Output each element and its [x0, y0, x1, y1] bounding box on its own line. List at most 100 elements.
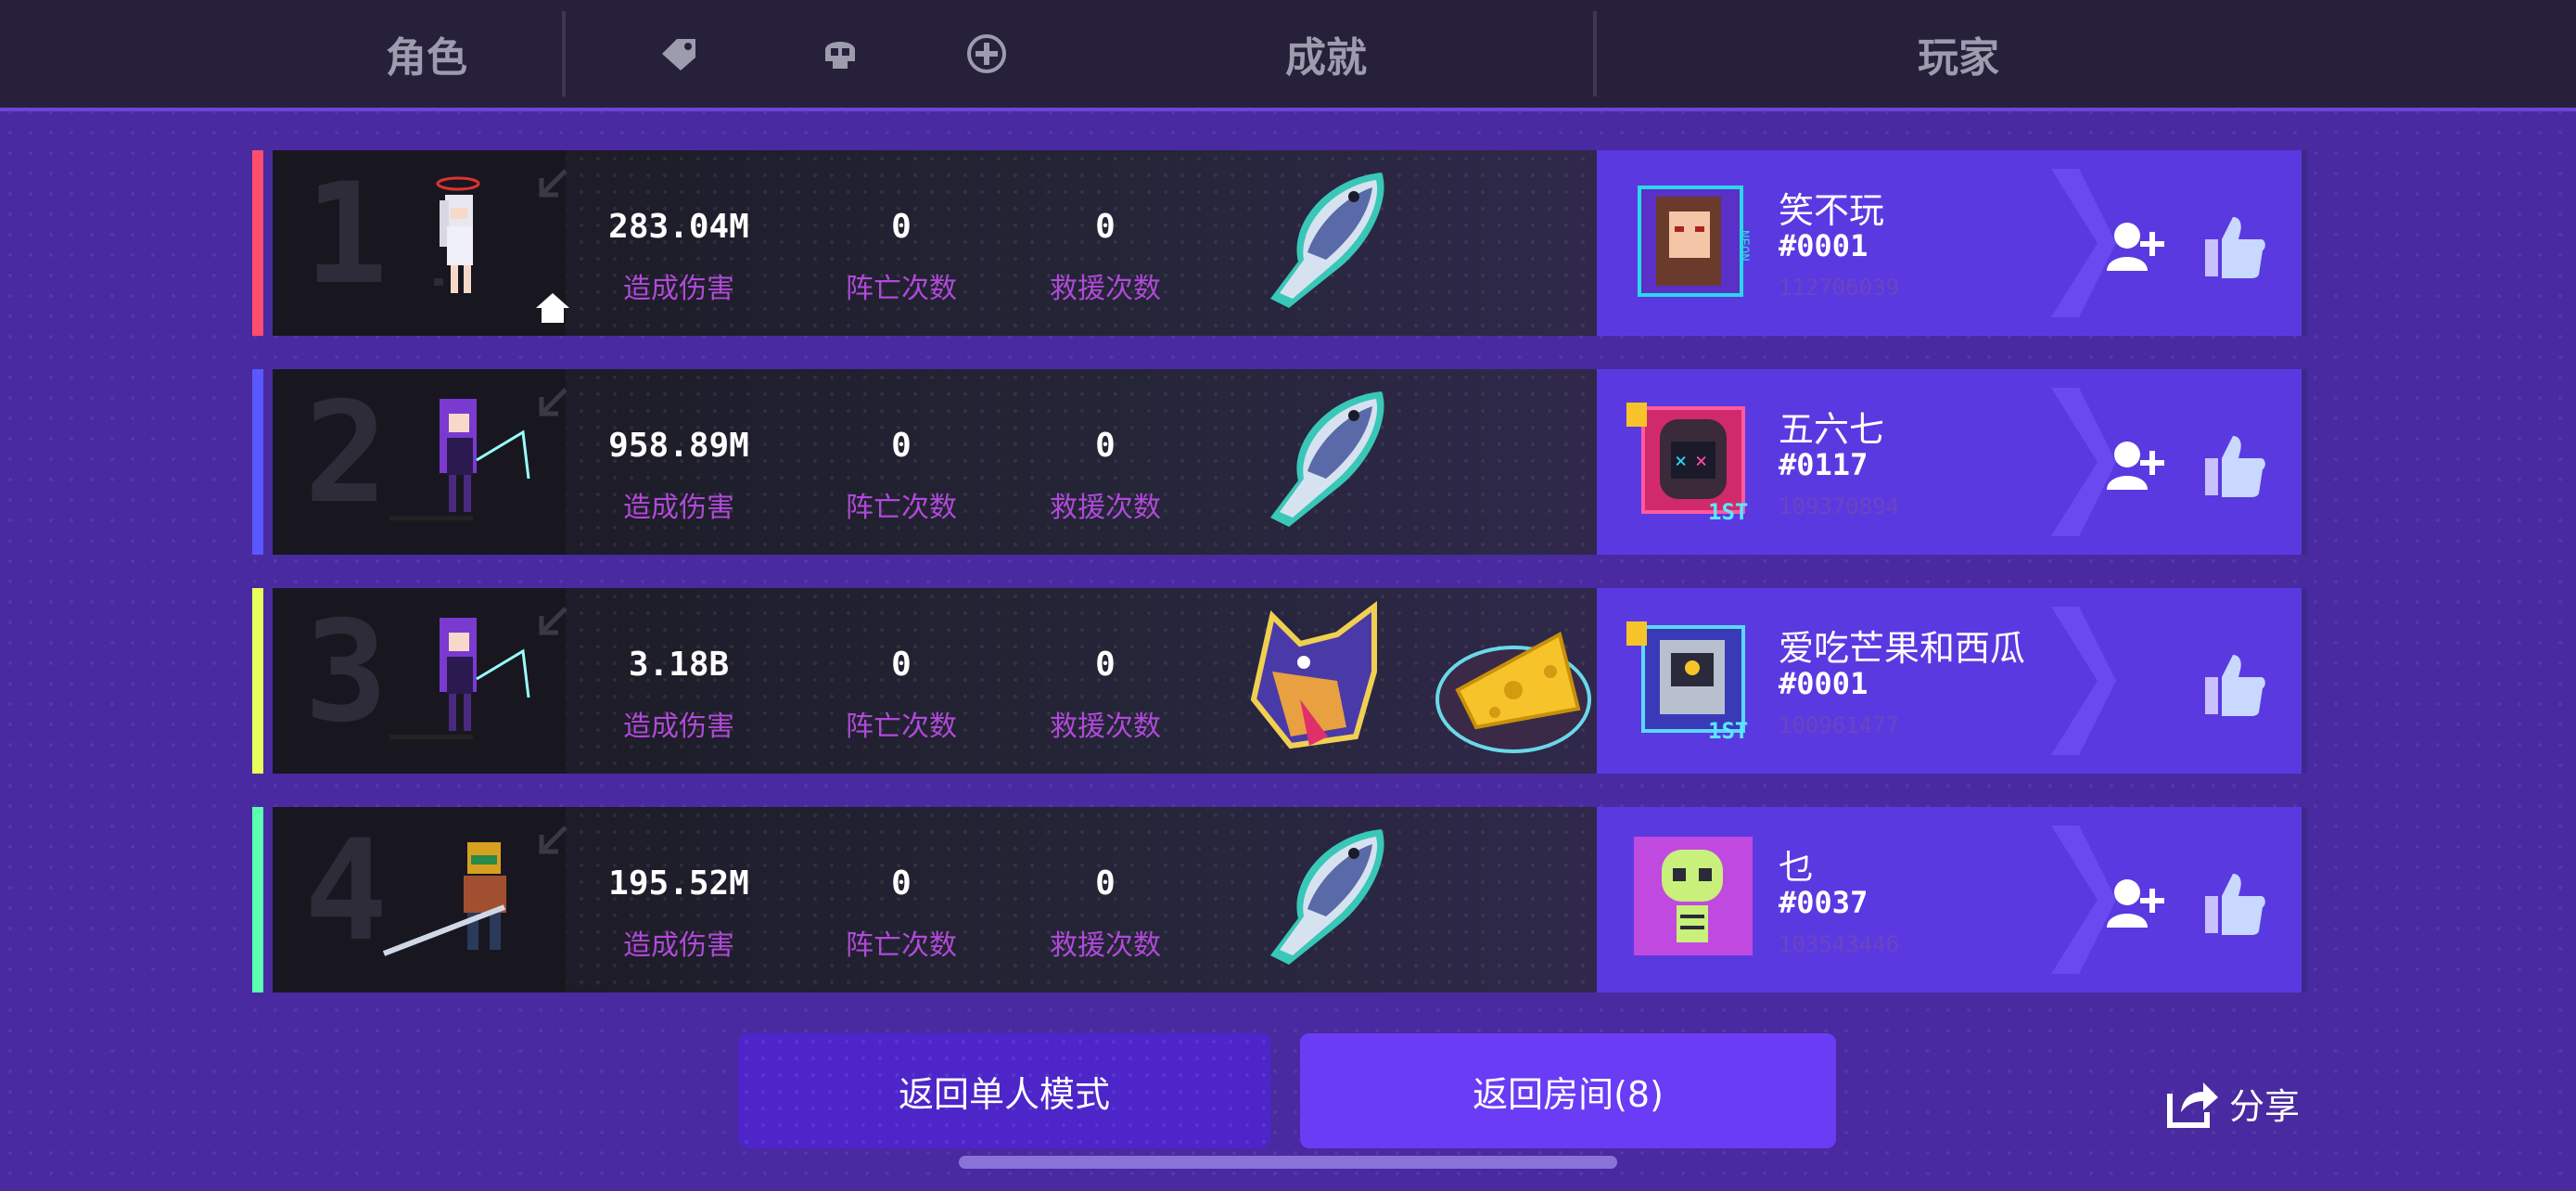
share-icon — [2167, 1082, 2218, 1128]
return-room-button[interactable]: 返回房间(8) — [1300, 1033, 1836, 1148]
player-name: 乜 — [1779, 847, 1815, 888]
player-id: 103543446 — [1779, 931, 1900, 957]
character-box[interactable]: 1 — [273, 150, 569, 336]
deaths-value: 0 — [891, 864, 912, 903]
deaths-value: 0 — [891, 427, 912, 465]
fish-icon[interactable] — [1243, 378, 1409, 545]
share-button[interactable]: 分享 — [2164, 1074, 2313, 1132]
rescues-stat: 0 救援次数 — [1013, 150, 1198, 336]
rescues-label: 救援次数 — [1050, 492, 1161, 524]
svg-text:1ST: 1ST — [1708, 499, 1748, 523]
svg-text:×: × — [1675, 450, 1687, 473]
svg-text:×: × — [1695, 450, 1707, 473]
home-icon — [536, 293, 569, 323]
like-icon[interactable] — [2201, 649, 2268, 720]
damage-value: 958.89M — [608, 427, 749, 465]
player-name: 五六七 — [1779, 409, 1885, 450]
rank-stripe — [252, 588, 263, 774]
svg-text:NEON: NEON — [1736, 230, 1751, 262]
player-avatar[interactable] — [1623, 831, 1753, 961]
rank-stripe — [252, 150, 263, 336]
character-box[interactable]: 4 — [273, 807, 567, 992]
player-id: 112706039 — [1779, 275, 1900, 301]
player-id: 109370894 — [1779, 493, 1900, 519]
player-card[interactable]: 1ST 爱吃芒果和西瓜 #0001 100961477 — [1597, 588, 2307, 774]
rescues-stat: 0 救援次数 — [1013, 369, 1198, 555]
rank-stripe — [252, 369, 263, 555]
deaths-label: 阵亡次数 — [846, 929, 957, 962]
player-card[interactable]: NEON 笑不玩 #0001 112706039 — [1597, 150, 2307, 336]
damage-stat: 958.89M 造成伤害 — [586, 369, 772, 555]
fish-icon[interactable] — [1243, 816, 1409, 983]
character-sprite — [434, 176, 480, 293]
deaths-stat: 0 阵亡次数 — [809, 588, 994, 774]
damage-label: 造成伤害 — [623, 273, 734, 305]
werewolf-icon[interactable] — [1235, 597, 1402, 764]
player-tag: #0037 — [1779, 885, 1868, 920]
tag-icon — [653, 28, 705, 80]
deaths-label: 阵亡次数 — [846, 711, 957, 743]
player-tag: #0001 — [1779, 228, 1868, 263]
damage-label: 造成伤害 — [623, 929, 734, 962]
rescues-label: 救援次数 — [1050, 929, 1161, 962]
add-friend-icon[interactable] — [2103, 215, 2170, 280]
column-achievement: 成就 — [1285, 34, 1367, 82]
home-indicator[interactable] — [959, 1156, 1617, 1169]
like-icon[interactable] — [2201, 211, 2268, 282]
damage-value: 195.52M — [608, 864, 749, 903]
deaths-stat: 0 阵亡次数 — [809, 150, 994, 336]
player-name: 爱吃芒果和西瓜 — [1779, 628, 2026, 669]
share-label: 分享 — [2229, 1085, 2301, 1127]
result-row-4: 4 195.52M 造成伤害 0 阵亡次数 0 救援次数 乜 #0037 103… — [252, 807, 2318, 992]
player-avatar[interactable]: × × 1ST — [1623, 393, 1753, 523]
player-name: 笑不玩 — [1779, 190, 1885, 231]
result-row-1: 1 283.04M 造成伤害 0 阵亡次数 0 救援次数 NEON 笑不玩 #0… — [252, 150, 2318, 336]
rescues-value: 0 — [1095, 646, 1116, 684]
character-sprite — [389, 399, 530, 520]
column-character: 角色 — [386, 34, 467, 82]
cheese-icon[interactable] — [1430, 597, 1597, 764]
player-avatar[interactable]: NEON — [1623, 174, 1753, 304]
chevron-decor — [2051, 607, 2116, 755]
character-sprite — [382, 842, 506, 956]
rank-stripe — [252, 807, 263, 992]
rescues-stat: 0 救援次数 — [1013, 807, 1198, 992]
damage-label: 造成伤害 — [623, 711, 734, 743]
player-card[interactable]: × × 1ST 五六七 #0117 109370894 — [1597, 369, 2307, 555]
rescues-stat: 0 救援次数 — [1013, 588, 1198, 774]
rescues-label: 救援次数 — [1050, 711, 1161, 743]
deaths-value: 0 — [891, 646, 912, 684]
character-sprite — [389, 618, 530, 739]
add-friend-icon[interactable] — [2103, 872, 2170, 937]
fish-icon[interactable] — [1243, 160, 1409, 327]
rescues-label: 救援次数 — [1050, 273, 1161, 305]
header-bar: 角色 成就 玩家 — [0, 0, 2576, 111]
result-row-3: 3 3.18B 造成伤害 0 阵亡次数 0 救援次数 1ST 爱吃芒果和西瓜 #… — [252, 588, 2318, 774]
add-friend-icon[interactable] — [2103, 434, 2170, 499]
player-card[interactable]: 乜 #0037 103543446 — [1597, 807, 2307, 992]
return-single-mode-button[interactable]: 返回单人模式 — [738, 1033, 1270, 1148]
skull-icon — [814, 28, 866, 80]
header-divider — [562, 11, 566, 96]
like-icon[interactable] — [2201, 868, 2268, 939]
damage-stat: 195.52M 造成伤害 — [586, 807, 772, 992]
deaths-value: 0 — [891, 208, 912, 246]
deaths-label: 阵亡次数 — [846, 273, 957, 305]
player-tag: #0001 — [1779, 666, 1868, 701]
character-box[interactable]: 2 — [273, 369, 567, 555]
damage-stat: 283.04M 造成伤害 — [586, 150, 772, 336]
character-box[interactable]: 3 — [273, 588, 567, 774]
svg-text:1ST: 1ST — [1708, 718, 1748, 742]
damage-value: 3.18B — [628, 646, 730, 684]
like-icon[interactable] — [2201, 430, 2268, 501]
rescues-value: 0 — [1095, 864, 1116, 903]
header-divider — [1593, 11, 1597, 96]
plus-circle-icon — [961, 28, 1013, 80]
player-tag: #0117 — [1779, 447, 1868, 482]
player-id: 100961477 — [1779, 712, 1900, 738]
damage-stat: 3.18B 造成伤害 — [586, 588, 772, 774]
rescues-value: 0 — [1095, 427, 1116, 465]
deaths-stat: 0 阵亡次数 — [809, 807, 994, 992]
player-avatar[interactable]: 1ST — [1623, 612, 1753, 742]
column-player: 玩家 — [1918, 34, 1999, 82]
